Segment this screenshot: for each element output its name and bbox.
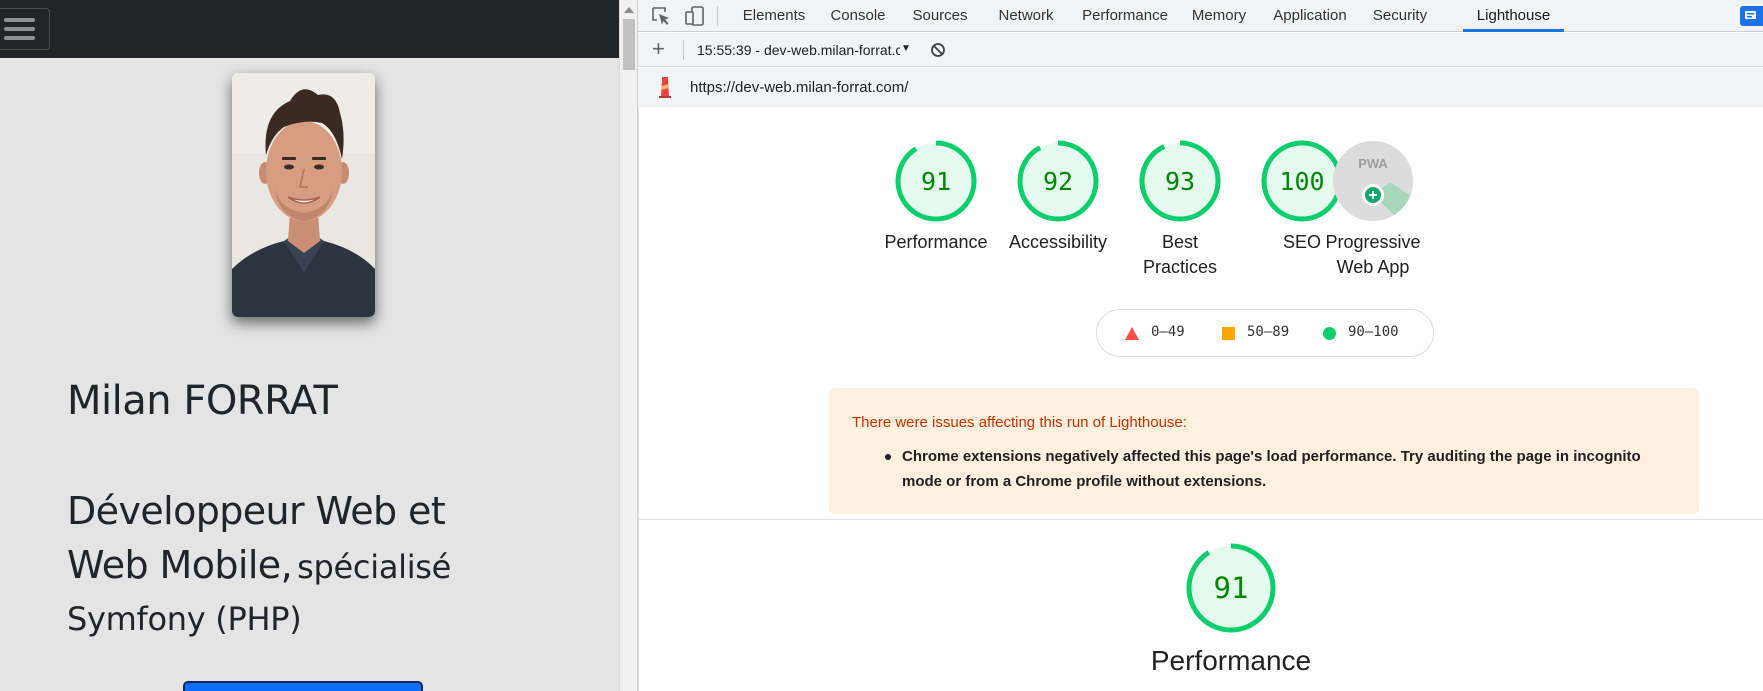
tab-application[interactable]: Application: [1265, 0, 1355, 32]
toolbar-separator: [683, 40, 684, 60]
lighthouse-toolbar: + 15:55:39 - dev-web.milan-forrat.com ▼: [638, 33, 1763, 67]
legend-fail-triangle-icon: [1125, 327, 1139, 340]
performance-section-gauge[interactable]: 91 Performance: [1116, 541, 1346, 677]
site-preview: Milan FORRAT Développeur Web et Web Mobi…: [0, 0, 619, 691]
devtools-panel: Elements Console Sources Network Perform…: [638, 0, 1763, 691]
tab-memory[interactable]: Memory: [1187, 0, 1251, 32]
site-name: Milan FORRAT: [67, 378, 338, 424]
preview-scrollbar[interactable]: [619, 0, 638, 691]
score-gauge-ring: 92: [1017, 140, 1099, 222]
performance-big-gauge: 91: [1186, 543, 1276, 633]
gauge-label: Progressive Web App: [1325, 232, 1421, 277]
report-selector[interactable]: 15:55:39 - dev-web.milan-forrat.com: [697, 42, 900, 58]
score-value: 92: [1043, 167, 1073, 196]
gauge-performance[interactable]: 91 Performance: [871, 140, 1001, 255]
site-role: Développeur Web et Web Mobile, spécialis…: [67, 488, 527, 648]
score-gauge-ring: 93: [1139, 140, 1221, 222]
tab-performance[interactable]: Performance: [1076, 0, 1174, 32]
bullet-icon: [885, 454, 891, 460]
score-gauge-ring: 91: [895, 140, 977, 222]
site-navbar: [0, 0, 619, 58]
score-value: 91: [921, 167, 951, 196]
site-cta-button[interactable]: [183, 681, 423, 691]
lighthouse-report: 91 Performance 92 Accessibility 93 Best Pract…: [638, 107, 1763, 691]
legend-average-range: 50–89: [1247, 324, 1290, 340]
warning-item: Chrome extensions negatively affected th…: [902, 448, 1641, 490]
scroll-up-arrow-icon[interactable]: [624, 7, 634, 13]
gauge-label: Performance: [884, 232, 988, 252]
dropdown-caret-icon[interactable]: ▼: [901, 43, 911, 54]
gauge-pwa[interactable]: PWA Progressive Web App: [1308, 140, 1438, 280]
legend-pass-range: 90–100: [1348, 324, 1399, 340]
performance-big-score: 91: [1214, 571, 1249, 605]
pwa-badge-text: PWA: [1358, 156, 1388, 171]
tab-lighthouse[interactable]: Lighthouse: [1463, 0, 1564, 32]
tab-elements[interactable]: Elements: [736, 0, 812, 32]
gauge-label: Best Practices: [1142, 232, 1218, 277]
report-url[interactable]: https://dev-web.milan-forrat.com/: [690, 79, 908, 96]
issues-badge-icon[interactable]: [1740, 6, 1763, 26]
report-url-bar: https://dev-web.milan-forrat.com/: [638, 68, 1763, 107]
performance-section-title: Performance: [1150, 645, 1312, 676]
lighthouse-logo-icon: [659, 77, 671, 98]
legend-pass-circle-icon: [1323, 327, 1336, 340]
legend-average-square-icon: [1222, 327, 1235, 340]
screen: Milan FORRAT Développeur Web et Web Mobi…: [0, 0, 1763, 691]
hamburger-menu-icon[interactable]: [0, 8, 50, 50]
devtools-tabbar: Elements Console Sources Network Perform…: [638, 0, 1763, 32]
legend-fail-range: 0–49: [1151, 324, 1185, 340]
profile-photo: [232, 73, 375, 317]
score-legend: 0–49 50–89 90–100: [1096, 309, 1434, 357]
gauge-best-practices[interactable]: 93 Best Practices: [1115, 140, 1245, 280]
device-toolbar-icon[interactable]: [684, 5, 706, 27]
warning-title: There were issues affecting this run of …: [852, 414, 1187, 431]
new-report-plus-icon[interactable]: +: [652, 38, 665, 60]
active-tab-indicator: [1463, 29, 1564, 32]
inspect-element-icon[interactable]: [650, 5, 672, 27]
score-value: 93: [1165, 167, 1195, 196]
run-warning-box: There were issues affecting this run of …: [829, 388, 1699, 514]
tab-console[interactable]: Console: [826, 0, 890, 32]
scrollbar-thumb[interactable]: [623, 19, 635, 70]
tab-security[interactable]: Security: [1367, 0, 1433, 32]
gauge-accessibility[interactable]: 92 Accessibility: [993, 140, 1123, 255]
pwa-badge-icon: PWA: [1333, 141, 1413, 221]
clear-reports-block-icon[interactable]: [930, 42, 946, 58]
gauge-label: Accessibility: [1008, 232, 1108, 252]
tab-network[interactable]: Network: [990, 0, 1062, 32]
tab-sources[interactable]: Sources: [905, 0, 975, 32]
toolbar-separator: [717, 6, 718, 26]
section-divider: [639, 519, 1763, 520]
